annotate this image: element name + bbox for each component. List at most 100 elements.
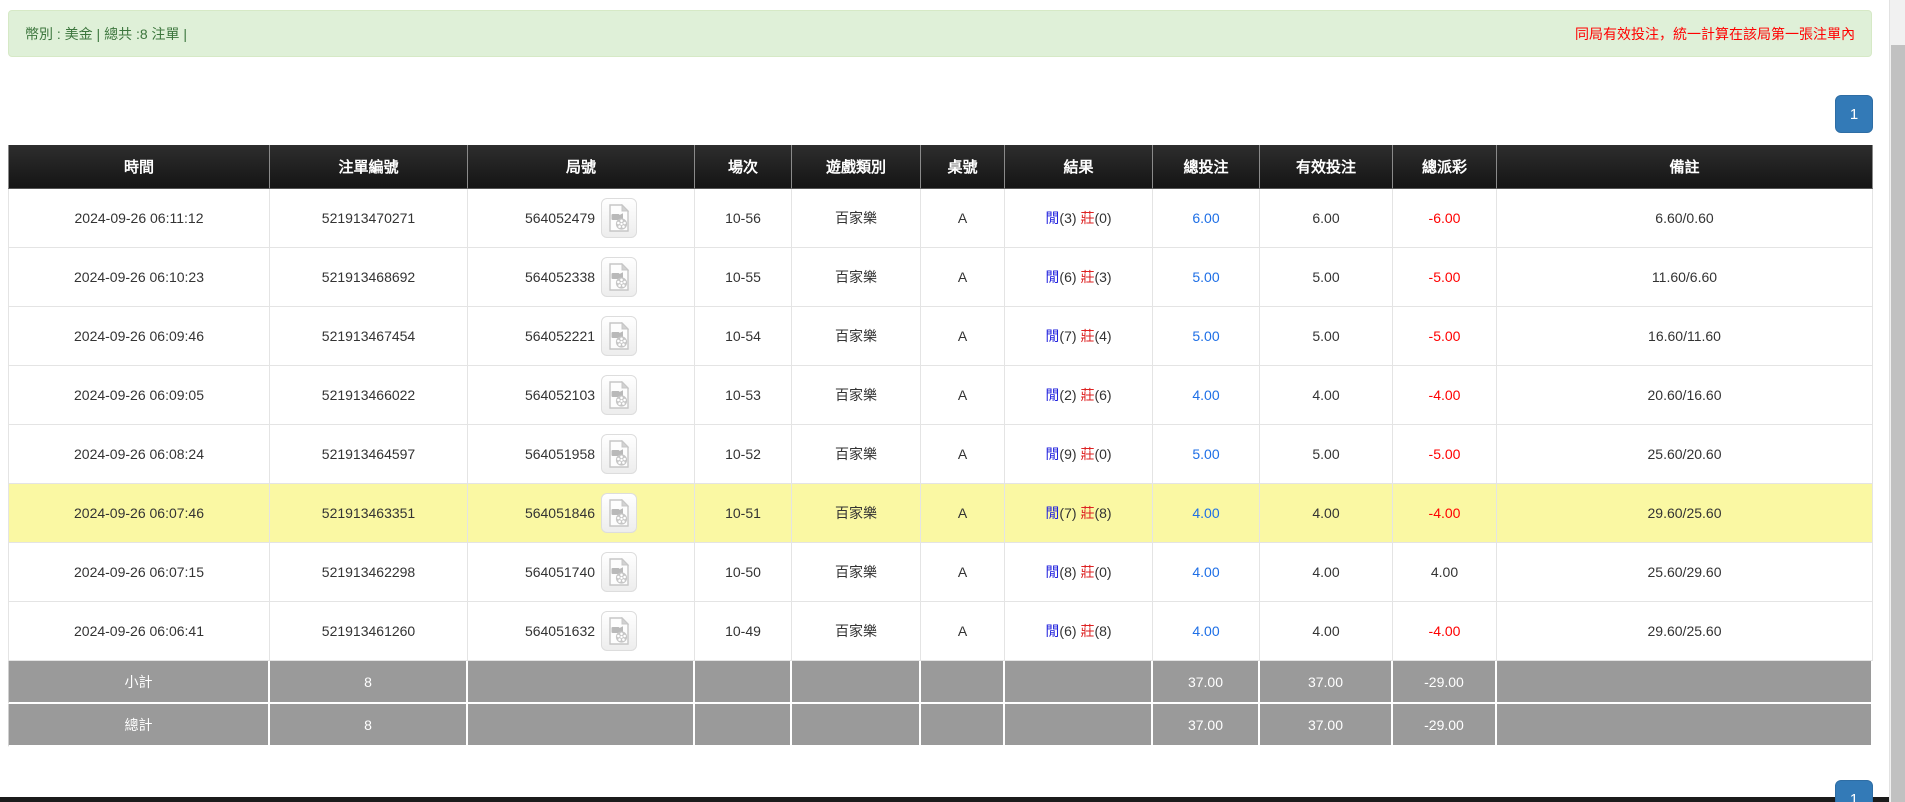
round-id-label: 564052338 <box>524 269 596 285</box>
banker-result-value: (6) <box>1094 387 1112 403</box>
table-no-cell: A <box>921 425 1005 484</box>
bet-id-cell: 521913467454 <box>270 307 468 366</box>
banker-result-label: 莊 <box>1080 564 1095 580</box>
subtotal-row: 小計 8 37.00 37.00 -29.00 <box>8 661 1873 704</box>
total-bet-link[interactable]: 4.00 <box>1192 564 1219 580</box>
player-result-label: 閒 <box>1045 210 1060 226</box>
pagination-page-1-top[interactable]: 1 <box>1835 95 1873 133</box>
result-cell: 閒(8) 莊(0) <box>1005 543 1153 602</box>
payout-cell: -5.00 <box>1393 248 1497 307</box>
vertical-scrollbar[interactable] <box>1889 0 1905 802</box>
total-bet-link[interactable]: 5.00 <box>1192 446 1219 462</box>
session-cell: 10-50 <box>695 543 792 602</box>
player-result-label: 閒 <box>1045 505 1060 521</box>
player-result-label: 閒 <box>1045 446 1060 462</box>
banker-result-label: 莊 <box>1080 505 1095 521</box>
round-video-button[interactable] <box>601 198 638 238</box>
total-bet-link[interactable]: 6.00 <box>1192 210 1219 226</box>
header-game-type: 遊戲類別 <box>792 145 921 189</box>
round-video-button[interactable] <box>601 257 638 297</box>
bet-id-cell: 521913464597 <box>270 425 468 484</box>
total-bet-link[interactable]: 4.00 <box>1192 623 1219 639</box>
player-result-value: (2) <box>1059 387 1077 403</box>
total-count: 8 <box>270 704 468 747</box>
valid-bet-cell: 5.00 <box>1260 248 1393 307</box>
total-bet-cell: 5.00 <box>1153 307 1260 366</box>
bet-records-table-wrap: 時間 注單編號 局號 場次 遊戲類別 桌號 結果 總投注 有效投注 總派彩 備註… <box>8 145 1873 747</box>
total-bet-link[interactable]: 4.00 <box>1192 505 1219 521</box>
bet-id-cell: 521913461260 <box>270 602 468 661</box>
remark-cell: 29.60/25.60 <box>1497 484 1873 543</box>
pagination-page-1-bottom[interactable]: 1 <box>1835 780 1873 802</box>
session-cell: 10-55 <box>695 248 792 307</box>
round-video-button[interactable] <box>601 552 638 592</box>
bet-id-cell: 521913466022 <box>270 366 468 425</box>
header-remark: 備註 <box>1497 145 1873 189</box>
result-cell: 閒(7) 莊(8) <box>1005 484 1153 543</box>
video-record-icon <box>609 499 630 527</box>
banker-result-value: (0) <box>1094 564 1112 580</box>
table-no-cell: A <box>921 602 1005 661</box>
game-type-cell: 百家樂 <box>792 425 921 484</box>
player-result-value: (7) <box>1059 505 1077 521</box>
player-result-label: 閒 <box>1045 387 1060 403</box>
player-result-value: (3) <box>1059 210 1077 226</box>
session-cell: 10-51 <box>695 484 792 543</box>
player-result-value: (6) <box>1059 623 1077 639</box>
header-round-id: 局號 <box>468 145 695 189</box>
total-bet-link[interactable]: 4.00 <box>1192 387 1219 403</box>
session-cell: 10-56 <box>695 189 792 248</box>
round-cell-inner: 564051846 <box>472 493 690 533</box>
video-record-icon <box>609 263 630 291</box>
header-session: 場次 <box>695 145 792 189</box>
round-cell: 564052221 <box>468 307 695 366</box>
bet-record-row: 2024-09-26 06:07:46 521913463351 564051846… <box>8 484 1873 543</box>
round-video-button[interactable] <box>601 375 638 415</box>
valid-bet-cell: 4.00 <box>1260 484 1393 543</box>
total-valid-bet: 37.00 <box>1260 704 1393 747</box>
table-no-cell: A <box>921 366 1005 425</box>
header-result: 結果 <box>1005 145 1153 189</box>
total-total-bet: 37.00 <box>1153 704 1260 747</box>
remark-cell: 25.60/29.60 <box>1497 543 1873 602</box>
round-video-button[interactable] <box>601 316 638 356</box>
total-bet-link[interactable]: 5.00 <box>1192 328 1219 344</box>
result-cell: 閒(6) 莊(3) <box>1005 248 1153 307</box>
round-video-button[interactable] <box>601 434 638 474</box>
table-no-cell: A <box>921 307 1005 366</box>
player-result-label: 閒 <box>1045 328 1060 344</box>
round-video-button[interactable] <box>601 611 638 651</box>
bet-record-row: 2024-09-26 06:09:46 521913467454 564052221… <box>8 307 1873 366</box>
total-bet-cell: 4.00 <box>1153 543 1260 602</box>
total-bet-link[interactable]: 5.00 <box>1192 269 1219 285</box>
round-video-button[interactable] <box>601 493 638 533</box>
player-result-label: 閒 <box>1045 269 1060 285</box>
valid-bet-cell: 4.00 <box>1260 602 1393 661</box>
subtotal-valid-bet: 37.00 <box>1260 661 1393 704</box>
remark-cell: 16.60/11.60 <box>1497 307 1873 366</box>
banker-result-label: 莊 <box>1080 210 1095 226</box>
round-id-label: 564052479 <box>524 210 596 226</box>
total-bet-cell: 4.00 <box>1153 602 1260 661</box>
bet-id-cell: 521913468692 <box>270 248 468 307</box>
bet-record-row: 2024-09-26 06:07:15 521913462298 564051740… <box>8 543 1873 602</box>
player-result-value: (9) <box>1059 446 1077 462</box>
banker-result-label: 莊 <box>1080 623 1095 639</box>
time-cell: 2024-09-26 06:08:24 <box>8 425 270 484</box>
result-cell: 閒(9) 莊(0) <box>1005 425 1153 484</box>
game-type-cell: 百家樂 <box>792 366 921 425</box>
banker-result-value: (0) <box>1094 446 1112 462</box>
total-label: 總計 <box>8 704 270 747</box>
payout-cell: -5.00 <box>1393 425 1497 484</box>
subtotal-label: 小計 <box>8 661 270 704</box>
video-record-icon <box>609 204 630 232</box>
round-id-label: 564051958 <box>524 446 596 462</box>
session-cell: 10-53 <box>695 366 792 425</box>
round-cell-inner: 564052479 <box>472 198 690 238</box>
header-time: 時間 <box>8 145 270 189</box>
scrollbar-thumb[interactable] <box>1891 45 1905 802</box>
payout-cell: -5.00 <box>1393 307 1497 366</box>
video-record-icon <box>609 617 630 645</box>
round-cell: 564052479 <box>468 189 695 248</box>
header-table-no: 桌號 <box>921 145 1005 189</box>
